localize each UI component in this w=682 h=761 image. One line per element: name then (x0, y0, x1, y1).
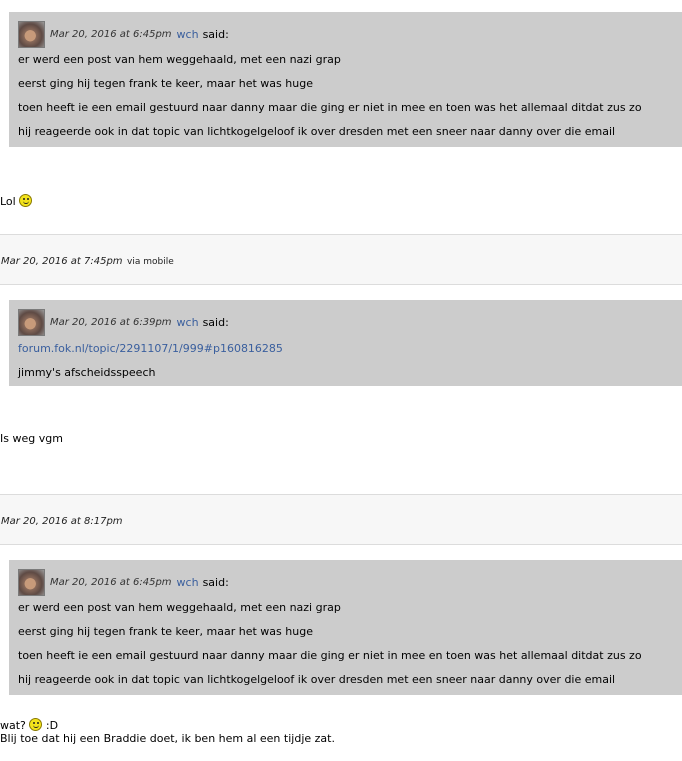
avatar[interactable] (18, 309, 45, 336)
quote-header: Mar 20, 2016 at 6:45pm wch said: (18, 569, 229, 596)
post-text: :D (45, 719, 59, 732)
quote-author-link[interactable]: wch (177, 576, 199, 589)
post-timestamp[interactable]: Mar 20, 2016 at 8:17pm (1, 516, 123, 527)
quote-line: eerst ging hij tegen frank te keer, maar… (18, 625, 313, 638)
quote-line: eerst ging hij tegen frank te keer, maar… (18, 77, 313, 90)
smiley-icon (19, 194, 33, 207)
via-mobile-label: via mobile (127, 257, 174, 267)
post-meta-bar: Mar 20, 2016 at 7:45pm via mobile (0, 234, 682, 285)
post-body: Lol (0, 194, 33, 208)
quote-line: hij reageerde ook in dat topic van licht… (18, 673, 616, 686)
quote-line: toen heeft ie een email gestuurd naar da… (18, 649, 642, 662)
post-text: Lol (0, 195, 16, 208)
quote-author-link[interactable]: wch (177, 28, 199, 41)
quote-header: Mar 20, 2016 at 6:45pm wch said: (18, 21, 229, 48)
post-text: Blij toe dat hij een Braddie doet, ik be… (0, 732, 335, 745)
post-text: wat? (0, 719, 26, 732)
avatar[interactable] (18, 569, 45, 596)
quote-line: jimmy's afscheidsspeech (18, 366, 156, 379)
quote-block: Mar 20, 2016 at 6:45pm wch said: er werd… (9, 560, 682, 695)
quote-said-label: said: (202, 28, 229, 41)
quote-line: hij reageerde ook in dat topic van licht… (18, 125, 616, 138)
quote-timestamp: Mar 20, 2016 at 6:45pm (50, 29, 172, 40)
quote-said-label: said: (202, 576, 229, 589)
post-body: wat? :D (0, 718, 58, 732)
avatar[interactable] (18, 21, 45, 48)
post-text: Is weg vgm (0, 432, 63, 445)
quote-block: Mar 20, 2016 at 6:39pm wch said: forum.f… (9, 300, 682, 386)
quote-author-link[interactable]: wch (177, 316, 199, 329)
quote-link[interactable]: forum.fok.nl/topic/2291107/1/999#p160816… (18, 342, 283, 355)
quote-timestamp: Mar 20, 2016 at 6:45pm (50, 577, 172, 588)
quote-line: er werd een post van hem weggehaald, met… (18, 53, 341, 66)
quote-line: toen heeft ie een email gestuurd naar da… (18, 101, 642, 114)
quote-block: Mar 20, 2016 at 6:45pm wch said: er werd… (9, 12, 682, 147)
quote-header: Mar 20, 2016 at 6:39pm wch said: (18, 309, 229, 336)
quote-line: er werd een post van hem weggehaald, met… (18, 601, 341, 614)
quote-timestamp: Mar 20, 2016 at 6:39pm (50, 317, 172, 328)
post-timestamp[interactable]: Mar 20, 2016 at 7:45pm (1, 256, 123, 267)
post-meta-bar: Mar 20, 2016 at 8:17pm (0, 494, 682, 545)
smiley-icon (29, 718, 43, 731)
quote-said-label: said: (202, 316, 229, 329)
